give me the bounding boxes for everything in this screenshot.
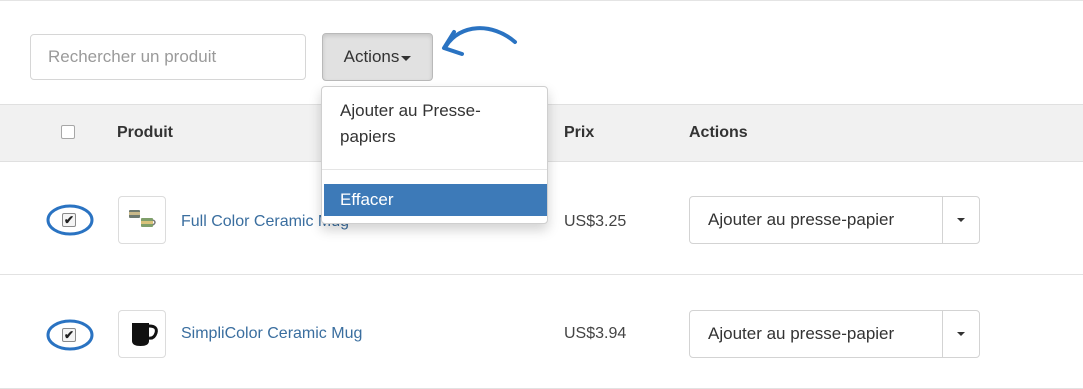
add-to-clipboard-button[interactable]: Ajouter au presse-papier [689,196,943,244]
actions-dropdown-button[interactable]: Actions [322,33,433,81]
mug-thumbnail-icon [118,196,166,244]
arrow-annotation-icon [442,26,517,56]
row-checkbox-highlight[interactable]: ✔ [46,317,94,353]
row-action-button-group: Ajouter au presse-papier [689,196,980,244]
row-action-button-group: Ajouter au presse-papier [689,310,980,358]
mug-thumbnail-icon [118,310,166,358]
menu-item-add-to-clipboard[interactable]: Ajouter au Presse-papiers [340,98,530,150]
actions-button-label: Actions [343,47,400,66]
product-link[interactable]: SimpliColor Ceramic Mug [181,325,362,343]
caret-down-icon [957,332,965,336]
header-product[interactable]: Produit [117,105,173,161]
search-input[interactable] [30,34,306,80]
row-action-caret-button[interactable] [942,196,980,244]
product-price: US$3.94 [564,325,627,342]
caret-down-icon [957,218,965,222]
checkbox-icon[interactable]: ✔ [62,328,76,342]
select-all-checkbox[interactable] [61,125,75,139]
product-price: US$3.25 [564,213,627,230]
menu-divider [322,169,547,170]
row-checkbox-highlight[interactable]: ✔ [46,202,94,238]
add-to-clipboard-button[interactable]: Ajouter au presse-papier [689,310,943,358]
header-actions: Actions [689,124,748,141]
checkbox-icon[interactable]: ✔ [62,213,76,227]
menu-item-clear[interactable]: Effacer [324,184,547,216]
header-price[interactable]: Prix [564,105,594,161]
actions-dropdown-menu: Ajouter au Presse-papiers Effacer [321,86,548,224]
row-action-caret-button[interactable] [942,310,980,358]
caret-down-icon [401,55,412,61]
table-row: ✔ SimpliColor Ceramic Mug US$3.94 Ajoute… [0,276,1083,389]
